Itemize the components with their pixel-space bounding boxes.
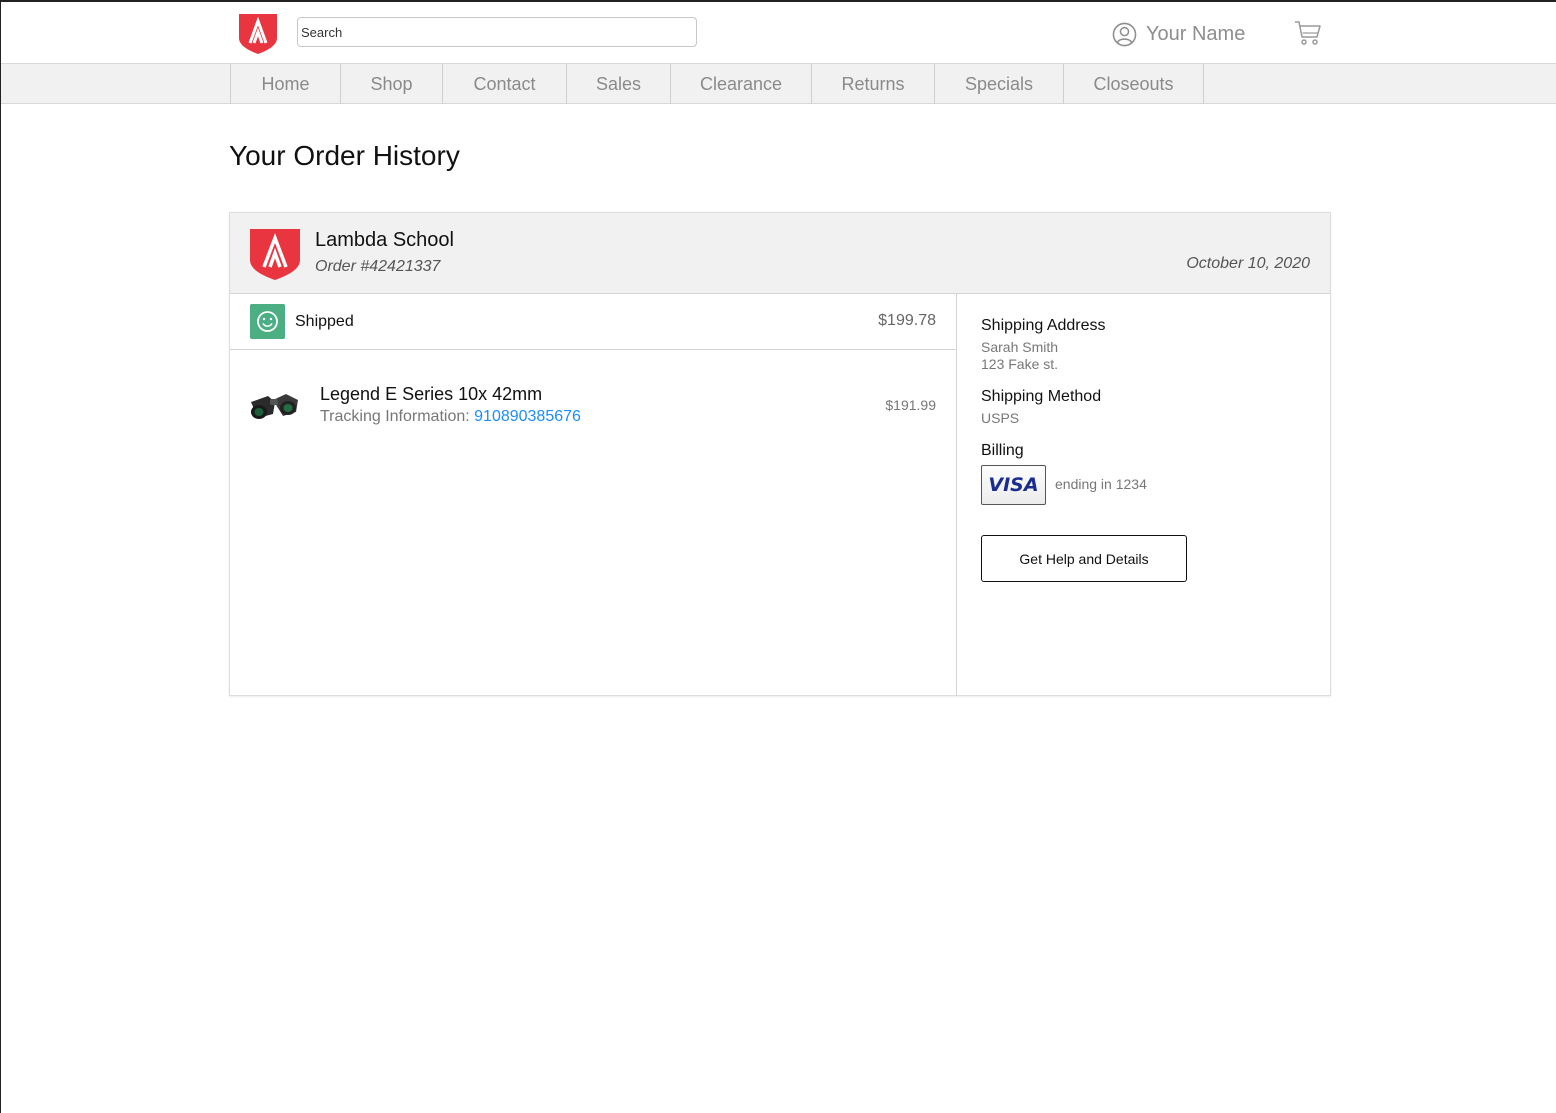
item-price: $191.99: [885, 397, 936, 413]
billing-label: Billing: [981, 442, 1024, 459]
order-date: October 10, 2020: [1186, 255, 1310, 272]
store-name: Lambda School: [315, 229, 454, 251]
binoculars-product-image[interactable]: [248, 388, 302, 424]
list-item: Legend E Series 10x 42mm Tracking Inform…: [230, 350, 956, 440]
nav-item-closeouts[interactable]: Closeouts: [1063, 64, 1204, 104]
main-navigation: Home Shop Contact Sales Clearance Return…: [1, 63, 1556, 104]
order-details-panel: Shipping Address Sarah Smith 123 Fake st…: [958, 294, 1330, 696]
tracking-number-link[interactable]: 910890385676: [474, 408, 581, 425]
order-total: $199.78: [878, 312, 936, 329]
visa-card-icon: VISA: [981, 465, 1046, 505]
nav-item-specials[interactable]: Specials: [934, 64, 1063, 104]
nav-item-clearance[interactable]: Clearance: [670, 64, 811, 104]
search-input[interactable]: [297, 17, 697, 47]
status-label: Shipped: [295, 313, 354, 330]
shipping-method-label: Shipping Method: [981, 388, 1102, 405]
store-logo-icon: [250, 229, 300, 280]
page-title: Your Order History: [229, 140, 460, 171]
nav-item-sales[interactable]: Sales: [566, 64, 670, 104]
nav-item-shop[interactable]: Shop: [340, 64, 442, 104]
shipping-address-label: Shipping Address: [981, 317, 1106, 334]
card-ending: ending in 1234: [1055, 476, 1147, 492]
nav-item-returns[interactable]: Returns: [811, 64, 934, 104]
user-account[interactable]: Your Name: [1112, 20, 1245, 48]
user-avatar-icon: [1112, 22, 1137, 46]
tracking-info: Tracking Information: 910890385676: [320, 408, 581, 426]
tracking-label: Tracking Information:: [320, 408, 470, 425]
item-name: Legend E Series 10x 42mm: [320, 384, 543, 404]
shipping-address-name: Sarah Smith: [981, 339, 1059, 355]
smiley-status-icon: [250, 304, 285, 339]
site-header: Your Name: [1, 2, 1556, 63]
shopping-cart-icon[interactable]: [1294, 20, 1321, 46]
order-number: Order #42421337: [315, 258, 441, 275]
lambda-logo-icon[interactable]: [238, 12, 278, 54]
nav-item-contact[interactable]: Contact: [442, 64, 566, 104]
order-status-row: Shipped $199.78: [230, 294, 956, 350]
order-items-panel: Shipped $199.78 Legend E Series 10x 42mm…: [230, 294, 957, 696]
nav-item-home[interactable]: Home: [230, 64, 340, 104]
shipping-address-street: 123 Fake st.: [981, 356, 1059, 372]
shipping-method-value: USPS: [981, 410, 1020, 426]
order-card-header: Lambda School Order #42421337 October 10…: [230, 213, 1330, 294]
order-card: Lambda School Order #42421337 October 10…: [229, 212, 1331, 696]
user-name[interactable]: Your Name: [1146, 23, 1245, 46]
get-help-button[interactable]: Get Help and Details: [981, 535, 1187, 582]
